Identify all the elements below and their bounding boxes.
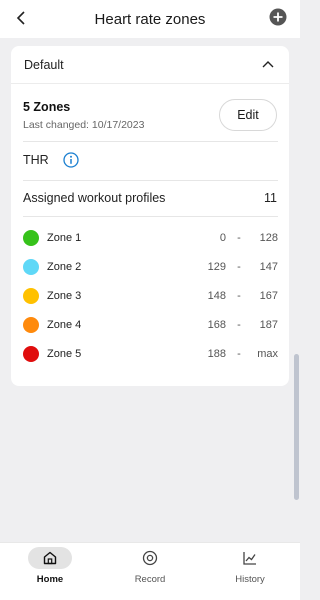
zone-name: Zone 4 bbox=[47, 319, 82, 331]
zone-separator: - bbox=[237, 319, 241, 331]
zone-row-5: Zone 5 188 - max bbox=[23, 344, 278, 364]
back-arrow-icon[interactable] bbox=[12, 8, 32, 28]
zone-row-1: Zone 1 0 - 128 bbox=[23, 228, 278, 248]
divider bbox=[23, 141, 278, 142]
zone-color-dot bbox=[23, 230, 39, 246]
last-changed-text: Last changed: 10/17/2023 bbox=[23, 119, 145, 131]
zone-high: 187 bbox=[259, 319, 278, 331]
nav-item-history[interactable]: History bbox=[200, 543, 300, 600]
zone-color-dot bbox=[23, 259, 39, 275]
page-title: Heart rate zones bbox=[94, 10, 206, 28]
edit-button[interactable]: Edit bbox=[219, 99, 277, 131]
nav-item-home[interactable]: Home bbox=[0, 543, 100, 600]
nav-label: History bbox=[235, 574, 265, 585]
profiles-count: 11 bbox=[264, 191, 277, 205]
zone-low: 168 bbox=[207, 319, 226, 331]
zone-high: 128 bbox=[259, 232, 278, 244]
nav-label: Home bbox=[36, 574, 64, 585]
plus-circle-icon[interactable] bbox=[269, 8, 287, 26]
zone-range: 0 - 128 bbox=[192, 232, 278, 244]
zone-low: 129 bbox=[207, 261, 226, 273]
record-icon bbox=[128, 547, 172, 569]
zone-low: 188 bbox=[207, 348, 226, 360]
divider bbox=[23, 180, 278, 181]
zones-count: 5 Zones bbox=[23, 100, 71, 114]
zone-high: max bbox=[257, 348, 278, 360]
divider bbox=[23, 216, 278, 217]
zone-low: 148 bbox=[207, 290, 226, 302]
zone-row-2: Zone 2 129 - 147 bbox=[23, 257, 278, 277]
zone-range: 188 - max bbox=[192, 348, 278, 360]
top-bar: Heart rate zones bbox=[0, 0, 300, 38]
nav-item-record[interactable]: Record bbox=[100, 543, 200, 600]
zone-high: 147 bbox=[259, 261, 278, 273]
assigned-profiles-row[interactable]: Assigned workout profiles 11 bbox=[23, 191, 277, 205]
zone-separator: - bbox=[237, 290, 241, 302]
zone-row-4: Zone 4 168 - 187 bbox=[23, 315, 278, 335]
zone-name: Zone 3 bbox=[47, 290, 82, 302]
zone-color-dot bbox=[23, 346, 39, 362]
zone-separator: - bbox=[237, 348, 241, 360]
zone-separator: - bbox=[237, 261, 241, 273]
zone-name: Zone 5 bbox=[47, 348, 82, 360]
zone-range: 168 - 187 bbox=[192, 319, 278, 331]
zone-separator: - bbox=[237, 232, 241, 244]
zone-color-dot bbox=[23, 317, 39, 333]
info-icon[interactable] bbox=[63, 152, 79, 168]
chevron-up-icon[interactable] bbox=[261, 58, 275, 72]
zones-card: Default 5 Zones Last changed: 10/17/2023… bbox=[11, 46, 289, 386]
default-section-header[interactable]: Default bbox=[11, 46, 289, 84]
thr-label: THR bbox=[23, 153, 49, 167]
thr-row: THR bbox=[23, 152, 79, 168]
zone-name: Zone 1 bbox=[47, 232, 82, 244]
profiles-label: Assigned workout profiles bbox=[23, 191, 166, 205]
section-label: Default bbox=[24, 57, 64, 72]
bottom-nav: Home Record History bbox=[0, 542, 300, 600]
zone-range: 129 - 147 bbox=[192, 261, 278, 273]
zone-high: 167 bbox=[259, 290, 278, 302]
zone-color-dot bbox=[23, 288, 39, 304]
nav-label: Record bbox=[134, 574, 166, 585]
zone-range: 148 - 167 bbox=[192, 290, 278, 302]
zone-low: 0 bbox=[219, 232, 226, 244]
home-icon bbox=[28, 547, 72, 569]
zone-name: Zone 2 bbox=[47, 261, 82, 273]
history-chart-icon bbox=[228, 547, 272, 569]
zone-row-3: Zone 3 148 - 167 bbox=[23, 286, 278, 306]
scrollbar[interactable] bbox=[294, 354, 299, 500]
zones-summary: 5 Zones Last changed: 10/17/2023 bbox=[23, 100, 144, 131]
